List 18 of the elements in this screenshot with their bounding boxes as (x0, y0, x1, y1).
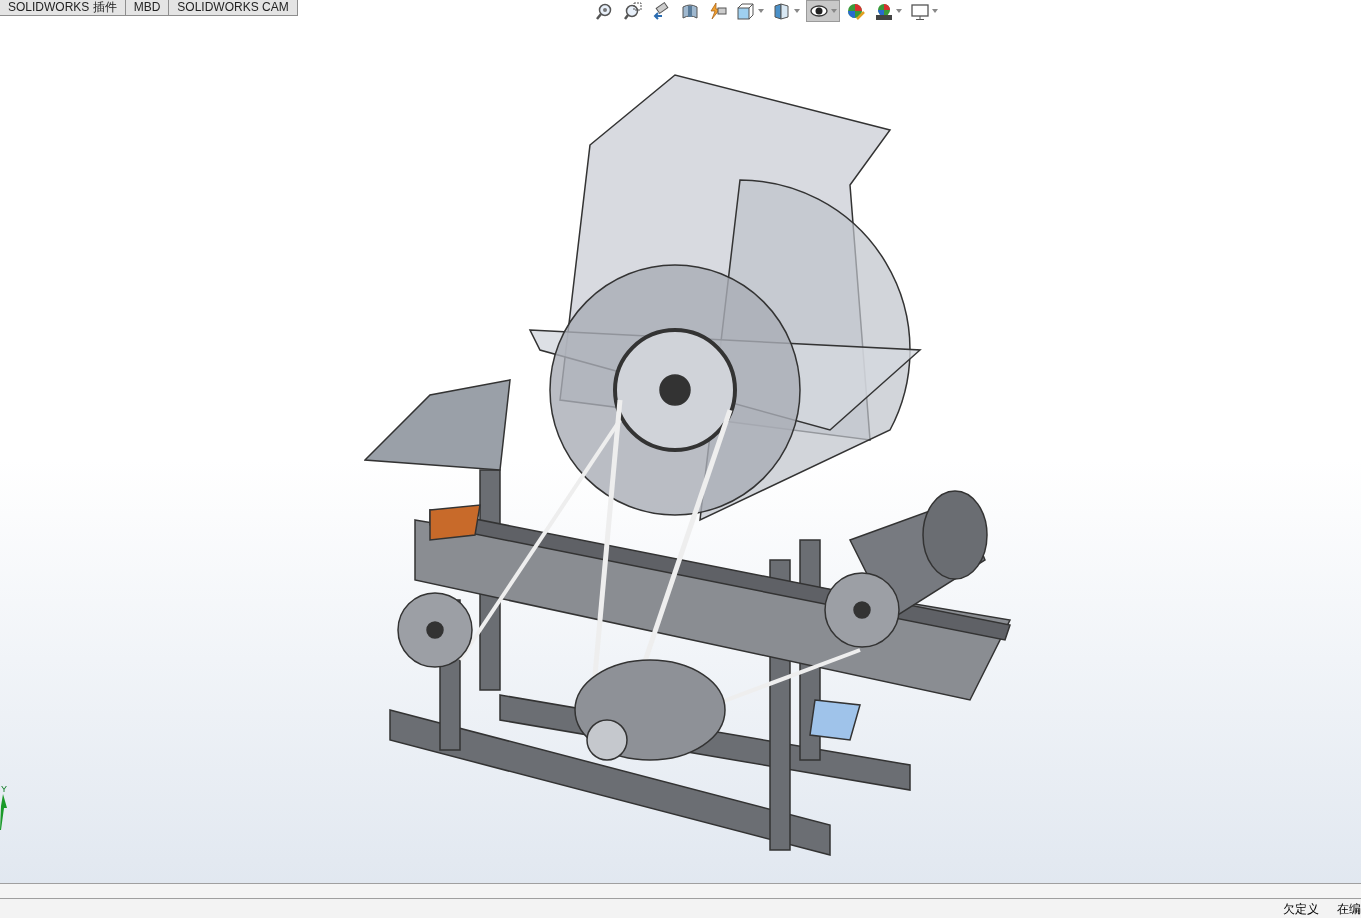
color-ball-pencil-icon (846, 1, 866, 21)
command-tab[interactable]: MBD (125, 0, 170, 16)
status-text: 欠定义 (1283, 900, 1319, 918)
command-tab[interactable]: SOLIDWORKS 插件 (0, 0, 126, 16)
shaded-box-icon (772, 1, 792, 21)
status-text: 在编 (1337, 900, 1361, 918)
command-tab[interactable]: SOLIDWORKS CAM (169, 0, 298, 16)
monitor-icon (910, 1, 930, 21)
axis-label: Y (1, 784, 7, 794)
camera-icon (652, 1, 672, 21)
lightning-camera-icon (708, 1, 728, 21)
eye-button[interactable] (806, 0, 840, 22)
view-cube-icon (736, 1, 756, 21)
triad-axis-icon (0, 794, 7, 830)
view-cube-button[interactable] (734, 0, 766, 22)
section-view-icon (680, 1, 700, 21)
zoom-area-icon (624, 1, 644, 21)
scene-ball-icon (874, 1, 894, 21)
